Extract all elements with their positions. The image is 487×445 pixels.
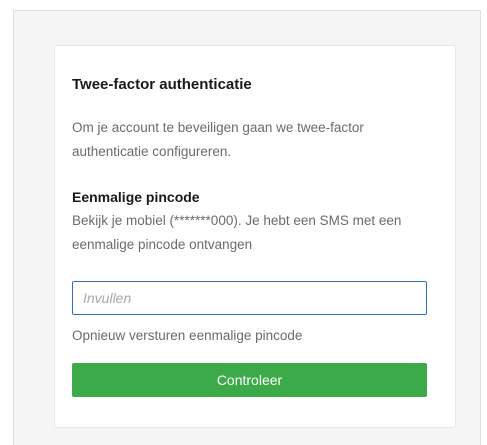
background-panel: Twee-factor authenticatie Om je account … — [13, 10, 481, 445]
card-title: Twee-factor authenticatie — [72, 76, 252, 93]
pincode-description: Bekijk je mobiel (*******000). Je hebt e… — [72, 213, 402, 252]
verify-button[interactable]: Controleer — [72, 363, 427, 397]
page: Twee-factor authenticatie Om je account … — [0, 0, 487, 445]
pincode-heading: Eenmalige pincode — [72, 189, 200, 205]
intro-text: Om je account te beveiligen gaan we twee… — [72, 120, 364, 159]
pincode-input[interactable] — [72, 281, 427, 315]
two-factor-card: Twee-factor authenticatie Om je account … — [54, 45, 456, 428]
resend-pincode-link[interactable]: Opnieuw versturen eenmalige pincode — [72, 328, 302, 343]
